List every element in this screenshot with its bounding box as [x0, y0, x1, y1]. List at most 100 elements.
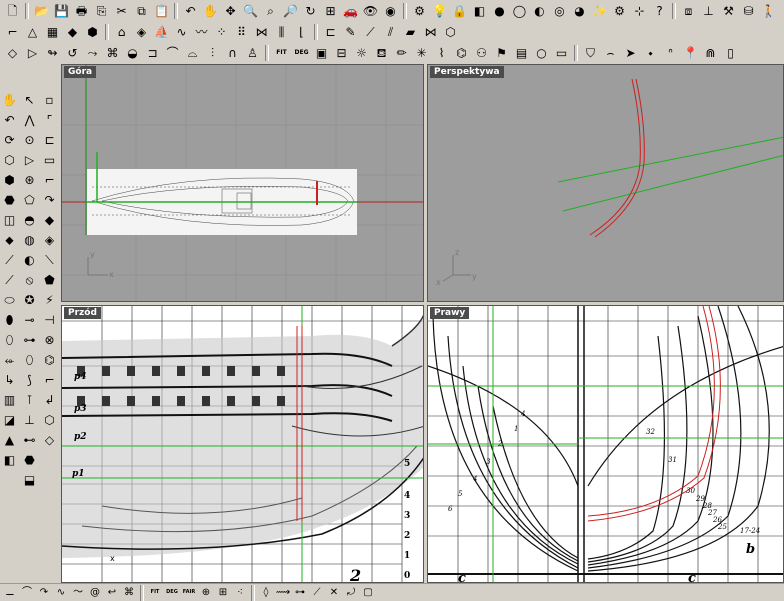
status-x[interactable]: ✕	[326, 585, 342, 601]
grid-icon[interactable]: ▦	[43, 22, 62, 41]
copy-doc-icon[interactable]: ⎘	[92, 1, 111, 20]
left1-tool-icon[interactable]: ⬯	[0, 330, 19, 349]
status-pin[interactable]: ⊕	[198, 585, 214, 601]
eye-icon[interactable]: 👁	[361, 1, 380, 20]
revolve-icon[interactable]: ↺	[63, 43, 82, 62]
render-sphere-icon[interactable]: ◯	[510, 1, 529, 20]
spline-icon[interactable]: ⌢	[601, 43, 620, 62]
deg-label[interactable]: DEG	[292, 43, 311, 62]
doc-icon[interactable]: ▤	[512, 43, 531, 62]
sun-icon[interactable]: ☼	[352, 43, 371, 62]
left2-tool-icon[interactable]: ◍	[20, 230, 39, 249]
open-folder-icon[interactable]: 📂	[32, 1, 51, 20]
left1-tool-icon[interactable]: ⬣	[0, 190, 19, 209]
shaded-sphere-icon[interactable]: ◐	[530, 1, 549, 20]
left3-tool-icon[interactable]: ⌬	[40, 350, 59, 369]
left1-tool-icon[interactable]: ⬥	[0, 230, 19, 249]
tile-icon[interactable]: ⊟	[332, 43, 351, 62]
chamfer-icon[interactable]: ⌓	[183, 43, 202, 62]
left1-tool-icon[interactable]: ⟋	[0, 270, 19, 289]
color-circle-icon[interactable]: ●	[490, 1, 509, 20]
cut-icon[interactable]: ✂	[112, 1, 131, 20]
status-node[interactable]: ⊶	[292, 585, 308, 601]
left2-tool-icon[interactable]: ◐	[20, 250, 39, 269]
diamond-icon[interactable]: ◈	[132, 22, 151, 41]
lattice-icon[interactable]: ⋈	[252, 22, 271, 41]
status-box[interactable]: ▢	[360, 585, 376, 601]
left1-tool-icon[interactable]: ⬢	[0, 170, 19, 189]
status-curve[interactable]: ∿	[53, 585, 69, 601]
left3-tool-icon[interactable]: ◆	[40, 210, 59, 229]
left1-tool-icon[interactable]: ◪	[0, 410, 19, 429]
left3-tool-icon[interactable]: ⊣	[40, 310, 59, 329]
left1-tool-icon[interactable]: ⟳	[0, 130, 19, 149]
left1-tool-icon[interactable]: ◧	[0, 450, 19, 469]
zoom-selected-icon[interactable]: 🔎	[281, 1, 300, 20]
rail-icon[interactable]: ⫶	[203, 43, 222, 62]
undo-icon[interactable]: ↶	[181, 1, 200, 20]
status-deg[interactable]: DEG	[164, 585, 180, 601]
brush-icon[interactable]: ⌇	[432, 43, 451, 62]
left1-tool-icon[interactable]: ▲	[0, 430, 19, 449]
status-fit[interactable]: FIT	[147, 585, 163, 601]
cube-icon[interactable]: ◆	[63, 22, 82, 41]
points-icon[interactable]: ⁘	[212, 22, 231, 41]
person-tool-icon[interactable]: ♙	[243, 43, 262, 62]
frame-icon[interactable]: ▣	[312, 43, 331, 62]
left2-tool-icon[interactable]: ⬓	[20, 470, 39, 489]
status-icon[interactable]: ⚊	[2, 585, 18, 601]
lock-icon[interactable]: 🔒	[450, 1, 469, 20]
circle-icon[interactable]: ○	[532, 43, 551, 62]
left2-tool-icon[interactable]: ⊺	[20, 390, 39, 409]
left3-tool-icon[interactable]: ↲	[40, 390, 59, 409]
options-gear-icon[interactable]: ⚙	[610, 1, 629, 20]
dark-sphere-icon[interactable]: ◕	[570, 1, 589, 20]
left2-tool-icon[interactable]: ⊶	[20, 330, 39, 349]
bracket-icon[interactable]: ⊏	[321, 22, 340, 41]
left3-tool-icon[interactable]: ⬟	[40, 270, 59, 289]
zoom-extents-icon[interactable]: ⌕	[261, 1, 280, 20]
status-twist[interactable]: ⤾	[343, 585, 359, 601]
save-icon[interactable]: 💾	[52, 1, 71, 20]
car-icon[interactable]: 🚗	[341, 1, 360, 20]
viewport-perspective[interactable]: Perspektywa z y x	[427, 64, 784, 302]
viewport-title[interactable]: Perspektywa	[430, 66, 504, 78]
copy-icon[interactable]: ⧉	[132, 1, 151, 20]
cylinder-icon[interactable]: ⛁	[739, 1, 758, 20]
pipe-icon[interactable]: ⫼	[272, 22, 291, 41]
zoom-window-icon[interactable]: 🔍	[241, 1, 260, 20]
left1-tool-icon[interactable]: ⟋	[0, 250, 19, 269]
left2-tool-icon[interactable]: ⊛	[20, 170, 39, 189]
help-icon[interactable]: ?	[650, 1, 669, 20]
viewport-right-canvas[interactable]: 4 1 2 3 4 5 6 32 31 30 29 28 27 26 25 17…	[428, 306, 784, 583]
status-clip[interactable]: ⌘	[121, 585, 137, 601]
left3-tool-icon[interactable]: ▭	[40, 150, 59, 169]
people-icon[interactable]: ⚇	[472, 43, 491, 62]
viewport-top[interactable]: Góra y x	[61, 64, 424, 302]
status-fair[interactable]: FAIR	[181, 585, 197, 601]
viewport-perspective-canvas[interactable]: z y x	[428, 65, 784, 302]
cube-outline-icon[interactable]: ⬡	[441, 22, 460, 41]
status-wave[interactable]: 〜	[70, 585, 86, 601]
move-icon[interactable]: ✥	[221, 1, 240, 20]
join-icon[interactable]: ⋈	[421, 22, 440, 41]
curve-icon[interactable]: ∿	[172, 22, 191, 41]
left3-tool-icon[interactable]: ↷	[40, 190, 59, 209]
status-points[interactable]: ⁖	[232, 585, 248, 601]
pencil-icon[interactable]: ✏	[392, 43, 411, 62]
status-arc1[interactable]: ⌒	[19, 585, 35, 601]
blend-icon[interactable]: ⤳	[83, 43, 102, 62]
left2-tool-icon[interactable]: ◓	[20, 210, 39, 229]
left1-tool-icon[interactable]: ↶	[0, 110, 19, 129]
viewport-front[interactable]: Przód p4 p3 p2 p1 5 4 3 2 1 0 2 x	[61, 305, 424, 583]
bucket-icon[interactable]: ⛾	[372, 43, 391, 62]
ship-icon[interactable]: ⛵	[152, 22, 171, 41]
sparkle-icon[interactable]: ✳	[412, 43, 431, 62]
column-icon[interactable]: ▯	[721, 43, 740, 62]
rotate-view-icon[interactable]: ↻	[301, 1, 320, 20]
paste-icon[interactable]: 📋	[152, 1, 171, 20]
left2-tool-icon[interactable]: ⬣	[20, 450, 39, 469]
offset-icon[interactable]: ⊐	[143, 43, 162, 62]
left2-tool-icon[interactable]: ▷	[20, 150, 39, 169]
left3-tool-icon[interactable]: ⟍	[40, 250, 59, 269]
